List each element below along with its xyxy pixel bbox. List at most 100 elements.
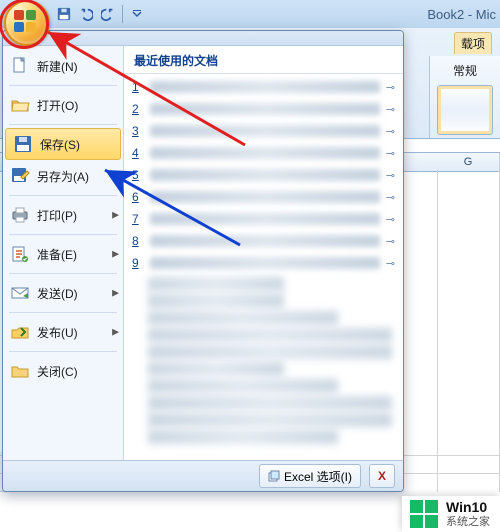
column-header-g[interactable]: G [437,153,500,171]
prepare-icon [9,243,31,265]
submenu-arrow-icon: ▶ [112,249,119,260]
excel-options-button[interactable]: Excel 选项(I) [259,464,361,488]
redo-icon [101,7,115,21]
qat-undo-button[interactable] [76,4,96,24]
close-folder-icon [9,360,31,382]
menu-item-publish[interactable]: 发布(U) ▶ [3,316,123,348]
pin-icon[interactable]: ⊸ [386,235,395,248]
watermark-subtitle: 系统之家 [446,516,490,528]
pin-icon[interactable]: ⊸ [386,81,395,94]
menu-item-new[interactable]: 新建(N) [3,50,123,82]
recent-document-item[interactable]: 4 ⊸ [128,142,399,164]
menu-item-label: 保存(S) [40,136,80,153]
pin-icon[interactable]: ⊸ [386,125,395,138]
redacted-text [148,362,284,376]
redacted-text [150,169,380,181]
redacted-text [148,430,338,444]
submenu-arrow-icon: ▶ [112,171,119,182]
open-folder-icon [9,94,31,116]
undo-icon [79,7,93,21]
pin-icon[interactable]: ⊸ [386,191,395,204]
recent-documents-header: 最近使用的文档 [124,46,403,74]
print-icon [9,204,31,226]
redacted-text [150,103,380,115]
redacted-text [150,235,380,247]
redacted-text [150,191,380,203]
options-icon [268,470,280,482]
office-logo-icon [14,10,36,32]
qat-redo-button[interactable] [98,4,118,24]
excel-options-label: Excel 选项(I) [284,468,352,485]
redacted-text [150,213,380,225]
menu-item-label: 关闭(C) [37,363,78,380]
menu-item-save[interactable]: 保存(S) [5,128,121,160]
recent-document-item[interactable]: 3 ⊸ [128,120,399,142]
redacted-text [148,396,392,410]
ribbon-group-label: 常规 [453,62,477,79]
recent-document-item[interactable]: 6 ⊸ [128,186,399,208]
pin-icon[interactable]: ⊸ [386,169,395,182]
site-watermark: Win10 系统之家 [402,496,500,532]
save-as-icon [9,165,31,187]
redacted-text [148,413,392,427]
send-mail-icon [9,282,31,304]
menu-item-close[interactable]: 关闭(C) [3,355,123,387]
menu-item-label: 发送(D) [37,285,78,302]
office-button[interactable] [4,0,50,46]
recent-document-item[interactable]: 7 ⊸ [128,208,399,230]
office-menu-footer: Excel 选项(I) X [3,460,403,491]
qat-customize-button[interactable] [127,4,147,24]
redacted-text [148,345,392,359]
menu-item-send[interactable]: 发送(D) ▶ [3,277,123,309]
ribbon-tab-addins[interactable]: 载项 [454,32,492,54]
redacted-text [148,311,338,325]
redacted-text [150,81,380,93]
pin-icon[interactable]: ⊸ [386,257,395,270]
menu-command-list: 新建(N) 打开(O) 保存(S) 另存为(A) [3,46,124,460]
recent-document-item[interactable]: 5 ⊸ [128,164,399,186]
exit-excel-button[interactable]: X [369,464,395,488]
new-file-icon [9,55,31,77]
submenu-arrow-icon: ▶ [112,327,119,338]
pin-icon[interactable]: ⊸ [386,103,395,116]
pin-icon[interactable]: ⊸ [386,213,395,226]
menu-item-open[interactable]: 打开(O) [3,89,123,121]
menu-item-label: 打印(P) [37,207,77,224]
office-menu: 新建(N) 打开(O) 保存(S) 另存为(A) [2,30,404,492]
menu-item-label: 发布(U) [37,324,78,341]
menu-item-label: 新建(N) [37,58,78,75]
watermark-title: Win10 [446,500,490,515]
recent-document-item[interactable]: 8 ⊸ [128,230,399,252]
qat-save-button[interactable] [54,4,74,24]
recent-documents-list: 1 ⊸ 2 ⊸ 3 ⊸ 4 ⊸ [124,74,403,460]
pin-icon[interactable]: ⊸ [386,147,395,160]
redacted-text [148,277,284,291]
ribbon-group-general: 常规 [429,56,500,138]
menu-item-label: 打开(O) [37,97,78,114]
exit-label: X [378,469,386,483]
recent-document-item[interactable]: 2 ⊸ [128,98,399,120]
recent-documents-pane: 最近使用的文档 1 ⊸ 2 ⊸ 3 ⊸ 4 [124,46,403,460]
qat-divider [122,5,123,23]
menu-item-prepare[interactable]: 准备(E) ▶ [3,238,123,270]
save-disk-icon [12,133,34,155]
ribbon-gallery-button[interactable] [437,85,493,135]
menu-item-label: 另存为(A) [37,168,89,185]
title-bar: Book2 - Mic [0,0,500,29]
redacted-text [150,147,380,159]
publish-icon [9,321,31,343]
menu-item-print[interactable]: 打印(P) ▶ [3,199,123,231]
redacted-text [150,257,380,269]
menu-header-strip [3,31,403,46]
save-icon [57,7,71,21]
recent-document-item[interactable]: 1 ⊸ [128,76,399,98]
redacted-text [150,125,380,137]
redacted-text [148,379,338,393]
window-title: Book2 - Mic [427,0,496,28]
menu-item-save-as[interactable]: 另存为(A) ▶ [3,160,123,192]
redacted-text [148,328,392,342]
submenu-arrow-icon: ▶ [112,210,119,221]
quick-access-toolbar [54,0,147,28]
recent-document-item[interactable]: 9 ⊸ [128,252,399,274]
chevron-down-icon [132,9,142,19]
